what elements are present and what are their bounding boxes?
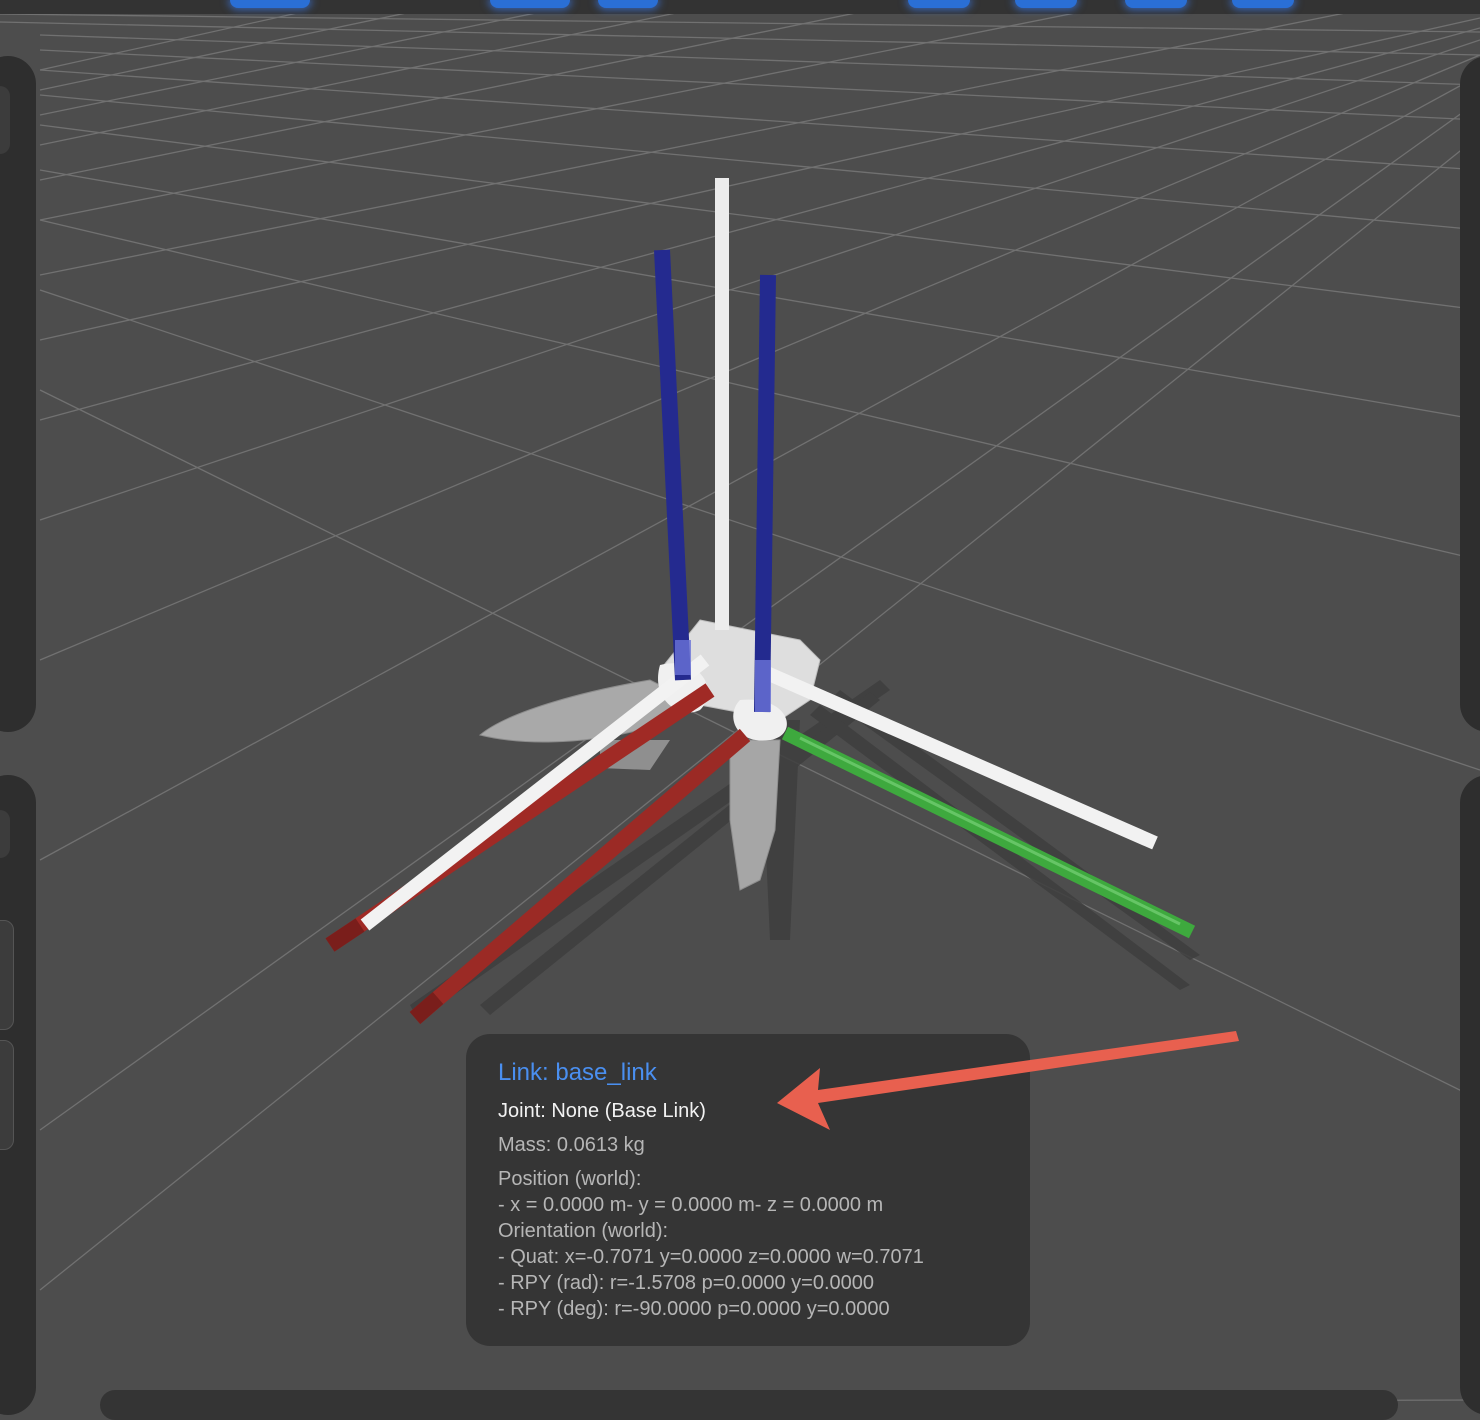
bottom-panel[interactable] [100, 1390, 1398, 1420]
position-values: - x = 0.0000 m- y = 0.0000 m- z = 0.0000… [498, 1194, 884, 1216]
link-info-card: Link: base_link Joint: None (Base Link) … [466, 1034, 1030, 1346]
toolbar-button[interactable] [908, 0, 970, 8]
toolbar-button[interactable] [1015, 0, 1077, 8]
z-axis-left [654, 249, 691, 681]
toolbar-button[interactable] [230, 0, 310, 8]
left-panel-control[interactable] [0, 920, 14, 1030]
z-axis-right [754, 274, 776, 713]
right-panel-top[interactable] [1460, 56, 1480, 732]
rpy-deg-values: - RPY (deg): r=-90.0000 p=0.0000 y=0.000… [498, 1298, 890, 1320]
mass-label: Mass: 0.0613 kg [498, 1134, 645, 1156]
left-panel-tab[interactable] [0, 86, 10, 154]
link-title: Link: base_link [498, 1059, 657, 1086]
quaternion-values: - Quat: x=-0.7071 y=0.0000 z=0.0000 w=0.… [498, 1246, 924, 1268]
toolbar-button[interactable] [490, 0, 570, 8]
rpy-rad-values: - RPY (rad): r=-1.5708 p=0.0000 y=0.0000 [498, 1272, 874, 1294]
left-panel-control[interactable] [0, 1040, 14, 1150]
left-panel-bottom[interactable] [0, 775, 36, 1415]
toolbar-button[interactable] [1232, 0, 1294, 8]
toolbar-button[interactable] [1125, 0, 1187, 8]
white-axis-left [360, 654, 710, 931]
joint-label: Joint: None (Base Link) [498, 1100, 706, 1122]
orientation-header: Orientation (world): [498, 1220, 669, 1242]
left-panel-tab[interactable] [0, 810, 10, 858]
left-panel-top[interactable] [0, 56, 36, 732]
position-header: Position (world): [498, 1168, 642, 1190]
top-toolbar [0, 0, 1480, 14]
toolbar-button[interactable] [598, 0, 658, 8]
right-panel-bottom[interactable] [1460, 775, 1480, 1415]
